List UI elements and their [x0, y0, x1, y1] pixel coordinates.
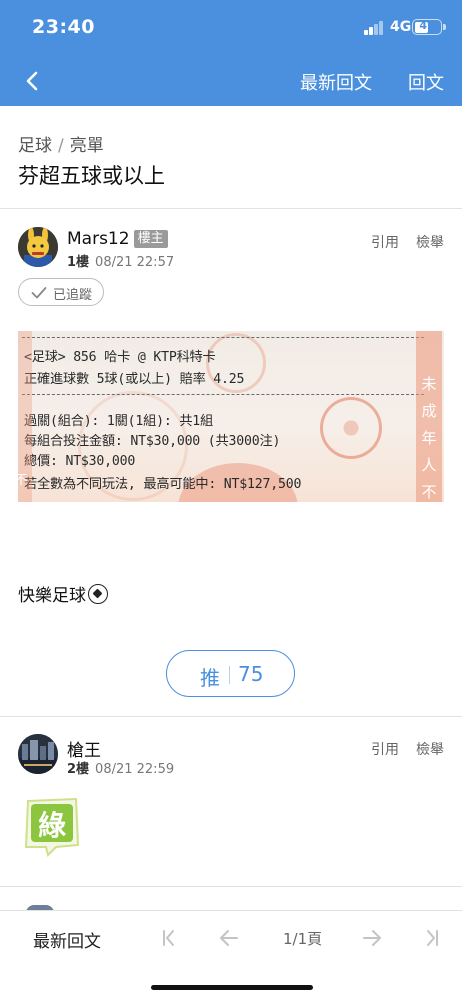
- check-icon: [31, 287, 47, 299]
- ticket-side-char: 不: [18, 473, 28, 488]
- status-bar: 23:40 4G 47: [0, 0, 462, 56]
- ticket-side-char: 未: [421, 375, 437, 393]
- report-button[interactable]: 檢舉: [416, 739, 444, 759]
- ticket-dashed-line: [22, 337, 424, 338]
- soccer-ball-watermark: [320, 397, 382, 459]
- last-page-icon[interactable]: [421, 927, 443, 949]
- post-meta: 1樓 08/21 22:57: [67, 251, 174, 270]
- push-separator: [229, 666, 230, 684]
- push-count: 75: [238, 662, 264, 686]
- tracked-button[interactable]: 已追蹤: [18, 278, 104, 306]
- back-icon[interactable]: [22, 68, 44, 94]
- thread-title: 芬超五球或以上: [18, 164, 165, 188]
- breadcrumb-category[interactable]: 足球: [18, 136, 52, 156]
- post-time: 08/21 22:59: [95, 762, 175, 777]
- top-bar: 23:40 4G 47 最新回文 回文: [0, 0, 462, 106]
- soccer-ball-icon: [88, 584, 108, 604]
- ticket-dashed-line: [22, 394, 424, 395]
- ticket-line: 若全數為不同玩法, 最高可能中: NT$127,500: [24, 477, 302, 492]
- avatar[interactable]: [18, 227, 58, 267]
- reply-link[interactable]: 回文: [408, 69, 444, 95]
- ticket-side-char: 年: [421, 429, 437, 447]
- divider: [0, 716, 462, 717]
- ticket-side-char: 成: [421, 402, 437, 420]
- ticket-image[interactable]: <足球> 856 哈卡 @ KTP科特卡 正確進球數 5球(或以上) 賠率 4.…: [18, 331, 444, 502]
- first-page-icon[interactable]: [158, 927, 180, 949]
- battery-cap: [443, 24, 446, 30]
- ticket-side-char: 人: [421, 456, 437, 474]
- battery-icon: 47: [412, 19, 442, 35]
- ticket-line: <足球> 856 哈卡 @ KTP科特卡: [24, 350, 216, 365]
- report-button[interactable]: 檢舉: [416, 232, 444, 252]
- battery-level: 47: [419, 19, 435, 32]
- next-page-icon[interactable]: [361, 927, 383, 949]
- quote-button[interactable]: 引用: [371, 739, 399, 759]
- ticket-line: 總價: NT$30,000: [24, 454, 136, 469]
- ticket-left-strip: 不: [18, 331, 32, 502]
- username-text: Mars12: [67, 229, 130, 249]
- divider: [0, 886, 462, 887]
- post-time: 08/21 22:57: [95, 255, 175, 270]
- post-body-text: 快樂足球: [18, 586, 86, 606]
- sticker-image: 綠: [22, 795, 82, 857]
- breadcrumb: 足球 / 亮單: [18, 136, 104, 156]
- status-time: 23:40: [32, 16, 95, 38]
- quote-button[interactable]: 引用: [371, 232, 399, 252]
- floor-number: 2樓: [67, 762, 90, 777]
- push-button[interactable]: 推 75: [166, 650, 295, 697]
- ticket-side-char: 不: [421, 483, 437, 501]
- prev-page-icon[interactable]: [218, 927, 240, 949]
- floor-number: 1樓: [67, 255, 90, 270]
- post-body: 快樂足球: [18, 581, 108, 606]
- ticket-line: 過關(組合): 1關(1組): 共1組: [24, 414, 214, 429]
- ticket-line: 正確進球數 5球(或以上) 賠率 4.25: [24, 372, 245, 387]
- home-indicator[interactable]: [151, 985, 313, 990]
- divider: [0, 208, 462, 209]
- op-badge: 樓主: [133, 230, 168, 248]
- pager-latest-reply[interactable]: 最新回文: [33, 927, 101, 952]
- tracked-label: 已追蹤: [53, 288, 93, 303]
- sticker-text: 綠: [38, 809, 66, 842]
- post-meta: 2樓 08/21 22:59: [67, 758, 174, 777]
- post-username[interactable]: Mars12 樓主: [67, 229, 168, 249]
- ticket-line: 每組合投注金額: NT$30,000 (共3000注): [24, 434, 281, 449]
- network-type: 4G: [390, 19, 412, 35]
- signal-icon: [364, 21, 384, 35]
- page-indicator: 1/1頁: [283, 930, 323, 948]
- breadcrumb-subcategory[interactable]: 亮單: [70, 136, 104, 156]
- avatar[interactable]: [18, 734, 58, 774]
- ticket-side-strip: 未 成 年 人 不: [416, 331, 442, 502]
- latest-reply-link[interactable]: 最新回文: [300, 69, 372, 95]
- push-label: 推: [200, 666, 220, 690]
